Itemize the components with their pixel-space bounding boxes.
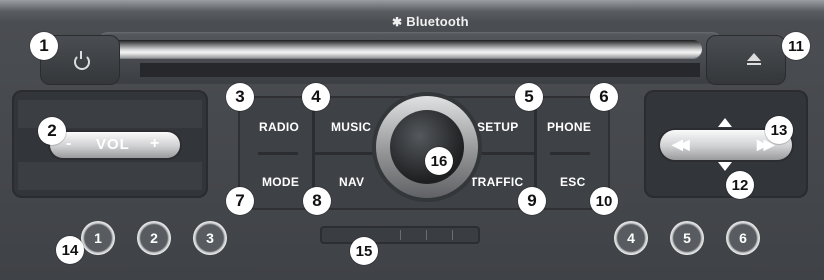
phone-button[interactable]: PHONE [547,120,591,134]
bluetooth-text: Bluetooth [406,14,469,29]
eject-button[interactable] [706,35,786,85]
preset-button-4[interactable]: 4 [614,221,648,255]
preset-button-5[interactable]: 5 [670,221,704,255]
slot-segment [400,230,401,240]
arrow-up-icon[interactable] [718,118,732,127]
panel-divider [258,152,298,155]
preset-button-2[interactable]: 2 [137,221,171,255]
power-icon [74,51,90,70]
callout-nav-right: 13 [765,116,793,144]
preset-button-1[interactable]: 1 [81,221,115,255]
cd-slot[interactable] [102,40,702,58]
arrow-down-icon[interactable] [718,162,732,171]
slot-segment [426,230,427,240]
callout-music: 4 [302,83,330,111]
callout-mode: 7 [226,187,254,215]
callout-traffic: 9 [518,187,546,215]
esc-button[interactable]: ESC [560,175,586,189]
rewind-icon[interactable]: ◀◀ [672,136,689,153]
volume-up-button[interactable]: + [150,135,159,153]
callout-esc: 10 [590,187,618,215]
radio-faceplate: ✱ Bluetooth - VOL + ◀◀ ▶▶ RADIO MUSIC SET… [0,0,824,280]
memory-card-slot[interactable] [320,226,480,244]
callout-slot: 15 [350,237,378,265]
preset-button-6[interactable]: 6 [726,221,760,255]
callout-nav: 8 [303,187,331,215]
callout-phone: 6 [590,83,618,111]
preset-button-3[interactable]: 3 [193,221,227,255]
volume-down-button[interactable]: - [66,135,71,153]
callout-knob: 16 [425,147,453,175]
bluetooth-icon: ✱ [392,15,403,29]
panel-divider [550,152,590,155]
setup-button[interactable]: SETUP [477,120,519,134]
volume-panel-band [18,162,202,190]
callout-nav-down: 12 [726,171,754,199]
mode-button[interactable]: MODE [262,175,299,189]
cd-slot-shadow [140,63,700,77]
callout-power: 1 [30,32,58,60]
music-button[interactable]: MUSIC [331,120,371,134]
callout-volume: 2 [38,117,66,145]
volume-label: VOL [96,136,130,153]
traffic-button[interactable]: TRAFFIC [470,175,523,189]
callout-presets: 14 [56,236,84,264]
nav-button[interactable]: NAV [339,175,364,189]
callout-setup: 5 [515,83,543,111]
slot-segment [452,230,453,240]
callout-radio: 3 [226,83,254,111]
callout-eject: 11 [782,32,810,60]
bluetooth-label: ✱ Bluetooth [392,14,469,29]
eject-icon [747,53,761,65]
rotary-knob-face[interactable] [390,110,464,184]
radio-button[interactable]: RADIO [259,120,299,134]
